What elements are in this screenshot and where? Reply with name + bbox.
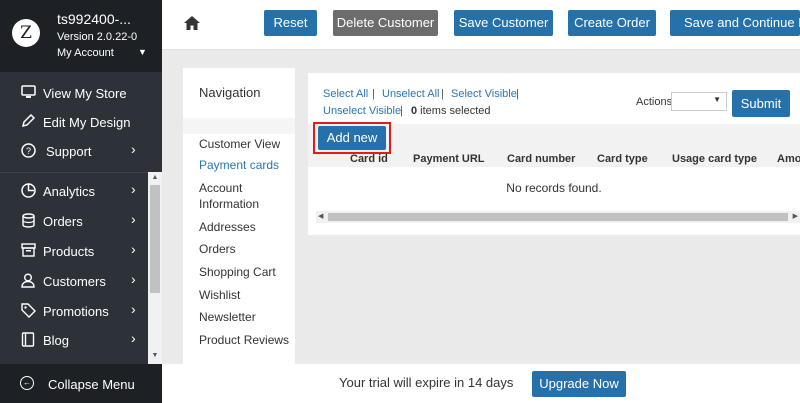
tag-icon [20,303,36,319]
trial-message: Your trial will expire in 14 days [339,375,514,390]
sidebar: Z ts992400-... Version 2.0.22-0 My Accou… [0,0,162,403]
column-header-card-id[interactable]: Card id [350,153,388,165]
column-header-amount[interactable]: Amo [777,153,800,165]
box-icon [20,243,36,259]
sidebar-item-promotions[interactable]: Promotions › [0,297,148,325]
scroll-right-icon[interactable]: ▶ [793,211,798,223]
separator: | [441,88,444,100]
svg-text:?: ? [25,146,30,156]
save-and-continue-button[interactable]: Save and Continue Edit [670,10,800,36]
chevron-down-icon: ▼ [713,95,721,104]
sidebar-item-edit-my-design[interactable]: Edit My Design [0,108,148,136]
upgrade-now-button[interactable]: Upgrade Now [532,371,626,397]
store-name: ts992400-... [57,11,131,27]
unselect-all-link[interactable]: Unselect All [382,88,439,100]
sidebar-item-label: Analytics [43,184,96,199]
sidebar-item-customers[interactable]: Customers › [0,267,148,295]
collapse-menu-button[interactable]: ← Collapse Menu [0,364,162,403]
my-account-link[interactable]: My Account [57,47,114,59]
nav-newsletter[interactable]: Newsletter [199,309,291,325]
nav-shopping-cart[interactable]: Shopping Cart [199,264,291,280]
column-header-card-number[interactable]: Card number [507,153,575,165]
chevron-right-icon: › [131,211,136,227]
sidebar-item-label: Support [46,144,92,159]
navigation-title: Navigation [199,85,261,100]
grid-horizontal-scrollbar[interactable]: ◀ ▶ [316,211,800,223]
chevron-right-icon: › [131,141,136,157]
column-header-payment-url[interactable]: Payment URL [413,153,485,165]
save-customer-button[interactable]: Save Customer [454,10,553,36]
nav-payment-cards[interactable]: Payment cards [199,157,291,173]
sidebar-item-label: Edit My Design [43,115,131,130]
chevron-right-icon: › [131,271,136,287]
sidebar-item-analytics[interactable]: Analytics › [0,177,148,205]
reset-button[interactable]: Reset [264,10,317,36]
separator: | [400,105,403,117]
column-header-usage-card-type[interactable]: Usage card type [672,153,757,165]
no-records-message: No records found. [506,181,602,195]
grid-scroll-thumb[interactable] [328,213,788,221]
trial-banner: Your trial will expire in 14 days Upgrad… [162,364,800,403]
nav-account-information[interactable]: Account Information [199,180,291,212]
chevron-right-icon: › [131,330,136,346]
select-visible-link[interactable]: Select Visible [451,88,517,100]
sidebar-item-products[interactable]: Products › [0,237,148,265]
unselect-visible-link[interactable]: Unselect Visible [323,105,401,117]
create-order-button[interactable]: Create Order [568,10,656,36]
chart-icon [20,183,36,199]
sidebar-item-support[interactable]: ? Support › [0,137,148,165]
store-logo-icon: Z [12,19,40,47]
version-label: Version 2.0.22-0 [57,31,138,43]
delete-customer-button[interactable]: Delete Customer [333,10,438,36]
database-icon [20,213,36,229]
sidebar-item-label: Promotions [43,304,109,319]
sidebar-scroll-thumb[interactable] [150,185,160,293]
monitor-icon [20,85,36,101]
sidebar-item-label: Customers [43,274,106,289]
column-header-card-type[interactable]: Card type [597,153,648,165]
scroll-down-icon[interactable]: ▼ [149,352,161,359]
customer-navigation-panel: Navigation Customer View Payment cards A… [183,68,295,364]
nav-addresses[interactable]: Addresses [199,219,291,235]
arrow-left-circle-icon: ← [20,376,34,390]
scroll-left-icon[interactable]: ◀ [318,211,323,223]
selected-count: 0 items selected [411,105,491,117]
nav-product-reviews[interactable]: Product Reviews [199,332,291,348]
actions-label: Actions [636,96,673,108]
question-icon: ? [20,143,36,159]
home-icon[interactable] [182,15,202,33]
sidebar-item-orders[interactable]: Orders › [0,207,148,235]
nav-wishlist[interactable]: Wishlist [199,287,291,303]
navigation-separator [183,118,295,134]
sidebar-item-label: View My Store [43,86,127,101]
top-bar: Reset Delete Customer Save Customer Crea… [162,0,800,50]
select-all-link[interactable]: Select All [323,88,368,100]
sidebar-item-view-my-store[interactable]: View My Store [0,79,148,107]
nav-customer-view[interactable]: Customer View [199,136,291,152]
submit-button[interactable]: Submit [732,90,790,117]
book-icon [20,332,36,348]
sidebar-item-label: Orders [43,214,83,229]
actions-select[interactable]: ▼ [671,92,727,111]
chevron-right-icon: › [131,301,136,317]
user-icon [20,273,36,289]
scroll-up-icon[interactable]: ▲ [149,174,161,181]
payment-cards-grid: Select All | Unselect All | Select Visib… [308,73,800,235]
separator: | [372,88,375,100]
account-header[interactable]: Z ts992400-... Version 2.0.22-0 My Accou… [0,0,162,72]
chevron-right-icon: › [131,241,136,257]
sidebar-item-blog[interactable]: Blog › [0,326,148,354]
chevron-right-icon: › [131,181,136,197]
pencil-icon [20,113,36,130]
chevron-down-icon[interactable]: ▼ [138,47,147,57]
separator: | [516,88,519,100]
sidebar-item-label: Blog [43,333,70,348]
sidebar-item-label: Products [43,244,95,259]
nav-orders[interactable]: Orders [199,241,291,257]
sidebar-divider [0,172,148,173]
highlight-box [313,122,391,154]
collapse-menu-label: Collapse Menu [48,377,135,392]
